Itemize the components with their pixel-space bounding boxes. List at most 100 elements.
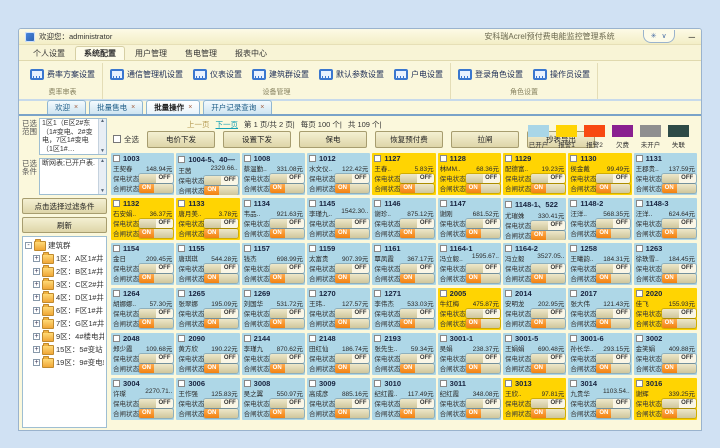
protect-toggle[interactable]: OFF (662, 264, 696, 273)
protect-toggle[interactable]: OFF (400, 309, 434, 318)
tree-root[interactable]: - 建筑群 (25, 239, 104, 252)
protect-toggle[interactable]: OFF (400, 399, 434, 408)
ribbon-tab[interactable]: 报表中心 (227, 47, 275, 60)
card-checkbox[interactable] (505, 335, 512, 342)
switch-toggle[interactable]: ON (400, 364, 434, 373)
expand-expander-icon[interactable]: + (33, 281, 40, 288)
switch-toggle[interactable]: ON (400, 229, 434, 238)
protect-toggle[interactable]: OFF (531, 354, 565, 363)
card-checkbox[interactable] (244, 245, 251, 252)
ribbon-button[interactable]: 默认参数设置 (319, 69, 384, 80)
expand-expander-icon[interactable]: + (33, 294, 40, 301)
protect-toggle[interactable]: OFF (662, 399, 696, 408)
card-checkbox[interactable] (440, 200, 447, 207)
card-checkbox[interactable] (113, 290, 120, 297)
protect-toggle[interactable]: OFF (139, 309, 173, 318)
card-checkbox[interactable] (636, 380, 643, 387)
action-button[interactable]: 电价下发 (147, 131, 215, 148)
switch-toggle[interactable]: ON (531, 231, 565, 240)
protect-toggle[interactable]: OFF (270, 399, 304, 408)
protect-toggle[interactable]: OFF (270, 264, 304, 273)
switch-toggle[interactable]: ON (662, 229, 696, 238)
ribbon-button[interactable]: 户电设置 (394, 69, 443, 80)
action-button[interactable]: 拉闸 (451, 131, 519, 148)
switch-toggle[interactable]: ON (662, 184, 696, 193)
document-tab[interactable]: 批量售电× (89, 100, 143, 114)
protect-toggle[interactable]: OFF (400, 174, 434, 183)
expand-expander-icon[interactable]: + (33, 320, 40, 327)
switch-toggle[interactable]: ON (139, 364, 173, 373)
protect-toggle[interactable]: OFF (466, 399, 500, 408)
protect-toggle[interactable]: OFF (139, 354, 173, 363)
protect-toggle[interactable]: OFF (270, 219, 304, 228)
card-checkbox[interactable] (309, 200, 316, 207)
switch-toggle[interactable]: ON (204, 409, 238, 418)
card-checkbox[interactable] (570, 155, 577, 162)
card-checkbox[interactable] (505, 245, 512, 252)
tree-item[interactable]: +19区：9#变电站（4# (25, 356, 104, 369)
protect-toggle[interactable]: OFF (139, 264, 173, 273)
protect-toggle[interactable]: OFF (466, 309, 500, 318)
switch-toggle[interactable]: ON (662, 274, 696, 283)
protect-toggle[interactable]: OFF (531, 399, 565, 408)
protect-toggle[interactable]: OFF (531, 174, 565, 183)
document-tab[interactable]: 批量操作× (146, 100, 200, 114)
card-checkbox[interactable] (113, 200, 120, 207)
protect-toggle[interactable]: OFF (335, 219, 369, 228)
protect-toggle[interactable]: OFF (400, 219, 434, 228)
switch-toggle[interactable]: ON (531, 274, 565, 283)
switch-toggle[interactable]: ON (662, 409, 696, 418)
select-all-checkbox[interactable] (113, 135, 121, 143)
action-button[interactable]: 恢复预付费 (375, 131, 443, 148)
protect-toggle[interactable]: OFF (270, 309, 304, 318)
switch-toggle[interactable]: ON (400, 184, 434, 193)
tree-item[interactable]: +1区：A区1#井 (25, 252, 104, 265)
switch-toggle[interactable]: ON (270, 319, 304, 328)
card-checkbox[interactable] (440, 245, 447, 252)
card-checkbox[interactable] (309, 335, 316, 342)
switch-toggle[interactable]: ON (270, 409, 304, 418)
protect-toggle[interactable]: OFF (466, 174, 500, 183)
switch-toggle[interactable]: ON (531, 184, 565, 193)
ribbon-tab[interactable]: 系统配置 (75, 46, 125, 60)
card-checkbox[interactable] (374, 380, 381, 387)
protect-toggle[interactable]: OFF (270, 354, 304, 363)
card-checkbox[interactable] (178, 245, 185, 252)
card-checkbox[interactable] (178, 335, 185, 342)
chevron-down-icon[interactable]: ∨ (661, 32, 666, 40)
scrollbar[interactable]: ▲▼ (98, 119, 106, 154)
tree-item[interactable]: +6区：F区1#井（1# (25, 304, 104, 317)
card-checkbox[interactable] (244, 290, 251, 297)
document-tab[interactable]: 开户记录查询× (203, 100, 272, 114)
card-checkbox[interactable] (374, 200, 381, 207)
card-checkbox[interactable] (113, 335, 120, 342)
switch-toggle[interactable]: ON (270, 184, 304, 193)
switch-toggle[interactable]: ON (139, 409, 173, 418)
protect-toggle[interactable]: OFF (596, 219, 630, 228)
expand-expander-icon[interactable]: + (33, 359, 40, 366)
protect-toggle[interactable]: OFF (139, 219, 173, 228)
expand-expander-icon[interactable]: + (33, 307, 40, 314)
protect-toggle[interactable]: OFF (466, 264, 500, 273)
switch-toggle[interactable]: ON (270, 364, 304, 373)
scroll-down-icon[interactable]: ▼ (100, 149, 105, 154)
switch-toggle[interactable]: ON (466, 229, 500, 238)
close-icon[interactable]: × (74, 104, 78, 111)
protect-toggle[interactable]: OFF (400, 354, 434, 363)
select-all[interactable]: 全选 (113, 134, 139, 145)
scroll-up-icon[interactable]: ▲ (100, 159, 105, 164)
selected-range-box[interactable]: 1区1（E区2#东（1#变电、2#变电，7区1#变电（1区1#… ▲▼ (39, 118, 107, 155)
scroll-down-icon[interactable]: ▼ (100, 189, 105, 194)
switch-toggle[interactable]: ON (270, 229, 304, 238)
card-checkbox[interactable] (505, 380, 512, 387)
switch-toggle[interactable]: ON (139, 274, 173, 283)
switch-toggle[interactable]: ON (139, 184, 173, 193)
card-checkbox[interactable] (178, 156, 185, 163)
switch-toggle[interactable]: ON (204, 364, 238, 373)
protect-toggle[interactable]: OFF (204, 219, 238, 228)
filter-condition-button[interactable]: 点击选择过滤条件 (22, 198, 107, 214)
switch-toggle[interactable]: ON (400, 409, 434, 418)
switch-toggle[interactable]: ON (204, 229, 238, 238)
card-checkbox[interactable] (505, 201, 512, 208)
ribbon-button[interactable]: 费率方案设置 (30, 69, 95, 80)
